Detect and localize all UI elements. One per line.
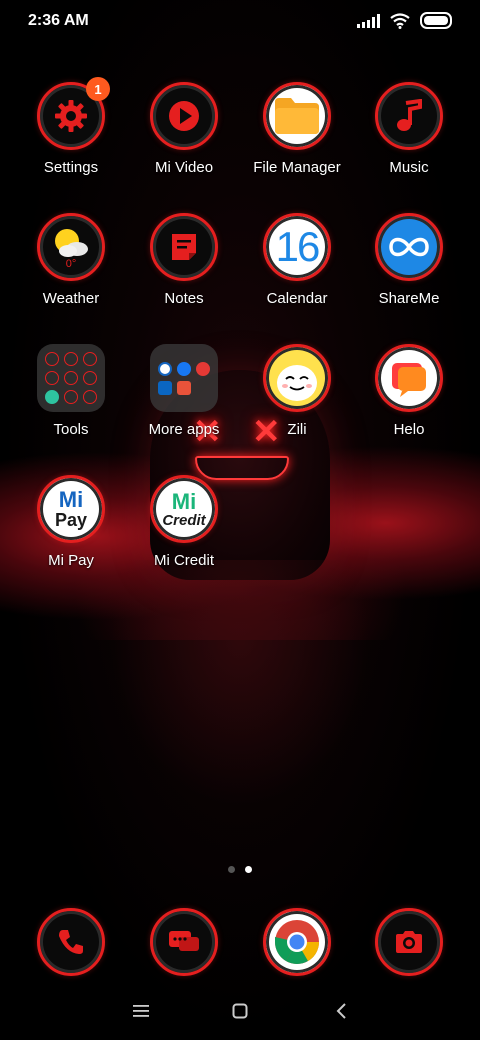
app-label: Music (389, 159, 429, 176)
gear-icon: 1 (37, 77, 110, 150)
app-label: Mi Credit (153, 552, 214, 569)
infinity-icon (375, 213, 443, 281)
app-label: ShareMe (378, 290, 440, 307)
folder-icon (263, 82, 331, 150)
page-indicator (0, 866, 480, 873)
mi-pay-icon: Mi Pay (37, 475, 105, 543)
app-label: Weather (42, 290, 100, 307)
wifi-icon (390, 12, 410, 29)
helo-icon (375, 344, 443, 412)
app-label: Mi Pay (48, 552, 94, 569)
chrome-icon (263, 908, 331, 976)
home-icon[interactable] (232, 1003, 248, 1019)
mi-credit-icon: Mi Credit (150, 475, 218, 543)
phone-icon (37, 908, 105, 976)
app-label: Helo (393, 421, 425, 438)
play-icon (150, 82, 218, 150)
back-icon[interactable] (335, 1003, 347, 1019)
more-apps-folder-icon (150, 344, 218, 412)
app-tools-folder[interactable]: Tools (15, 344, 127, 438)
app-helo[interactable]: Helo (353, 344, 465, 438)
wallpaper-body (100, 560, 380, 820)
camera-icon (375, 908, 443, 976)
calendar-icon: 16 (263, 213, 331, 281)
battery-icon (420, 12, 452, 29)
navigation-bar (0, 990, 480, 1034)
music-note-icon (375, 82, 443, 150)
app-settings[interactable]: 1 Settings (15, 77, 127, 176)
app-label: File Manager (253, 159, 341, 176)
app-mi-credit[interactable]: Mi Credit Mi Credit (128, 475, 240, 569)
app-weather[interactable]: 0° Weather (15, 213, 127, 307)
mi-pay-logo-bottom: Pay (54, 510, 88, 530)
mi-pay-logo-top: Mi (58, 487, 84, 512)
zili-face-icon (263, 344, 331, 412)
note-icon (150, 213, 218, 281)
app-mi-pay[interactable]: Mi Pay Mi Pay (15, 475, 127, 569)
app-label: Settings (43, 159, 99, 176)
mi-credit-logo-bottom: Credit (162, 511, 206, 529)
app-more-apps-folder[interactable]: More apps (128, 344, 240, 438)
dock-chrome[interactable] (241, 908, 353, 976)
app-calendar[interactable]: 16 Calendar (241, 213, 353, 307)
page-dot[interactable] (228, 866, 235, 873)
mi-credit-logo-top: Mi (171, 488, 197, 514)
app-shareme[interactable]: ShareMe (353, 213, 465, 307)
dock-phone[interactable] (15, 908, 127, 976)
status-bar: 2:36 AM (0, 0, 480, 44)
app-mi-video[interactable]: Mi Video (128, 82, 240, 176)
app-notes[interactable]: Notes (128, 213, 240, 307)
calendar-day: 16 (275, 223, 321, 270)
recents-menu-icon[interactable] (133, 1004, 149, 1018)
app-zili[interactable]: Zili (241, 344, 353, 438)
sun-cloud-icon: 0° (37, 213, 105, 281)
dock-messages[interactable] (128, 908, 240, 976)
app-music[interactable]: Music (353, 82, 465, 176)
app-label: Tools (53, 421, 89, 438)
weather-temp: 0° (65, 258, 77, 270)
app-label: Mi Video (154, 159, 214, 176)
app-label: Notes (164, 290, 204, 307)
signal-icon (357, 13, 380, 28)
app-label: More apps (148, 421, 220, 438)
message-icon (150, 908, 218, 976)
app-file-manager[interactable]: File Manager (241, 82, 353, 176)
dock-camera[interactable] (353, 908, 465, 976)
app-label: Zili (287, 421, 307, 438)
page-dot-active[interactable] (245, 866, 252, 873)
notification-badge: 1 (86, 77, 110, 101)
status-time: 2:36 AM (28, 12, 89, 29)
app-label: Calendar (266, 290, 328, 307)
tools-folder-icon (37, 344, 105, 412)
